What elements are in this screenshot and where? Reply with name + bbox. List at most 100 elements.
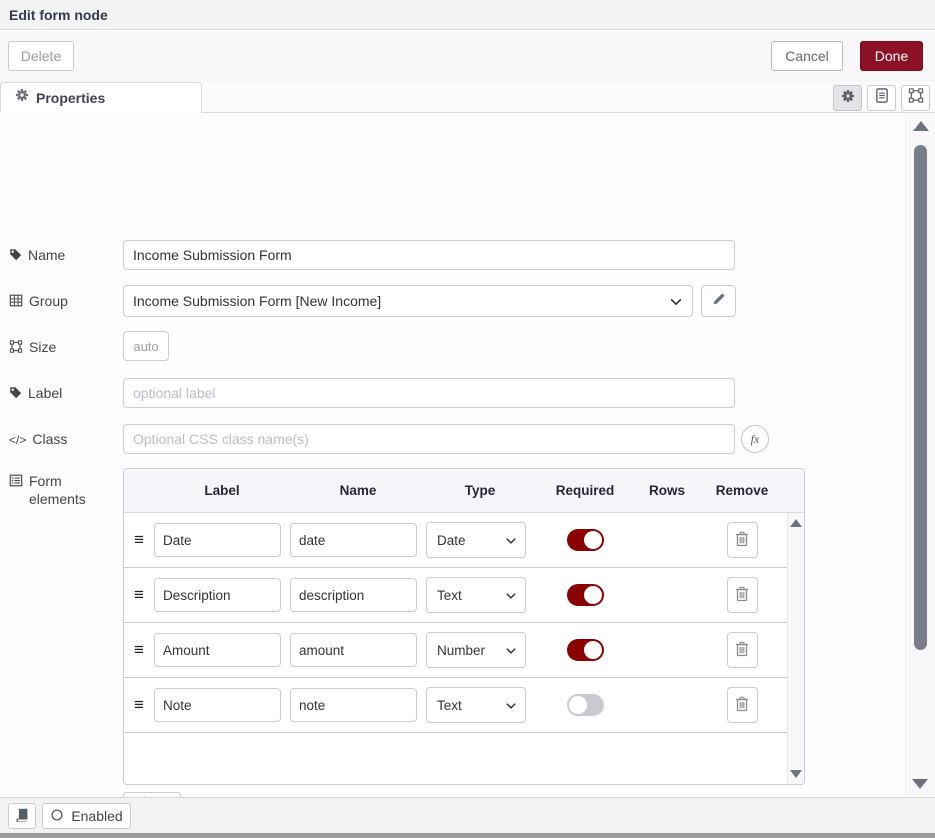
pencil-icon: [712, 293, 725, 309]
size-field-label: Size: [9, 338, 117, 356]
column-header-rows: Rows: [636, 483, 698, 498]
required-toggle[interactable]: [567, 694, 604, 716]
group-select-value: Income Submission Form [New Income]: [133, 293, 381, 309]
chevron-down-icon: [505, 645, 517, 660]
chevron-down-icon: [505, 590, 517, 605]
scroll-up-arrow[interactable]: [790, 519, 802, 527]
remove-element-button[interactable]: [727, 687, 758, 723]
class-expression-button[interactable]: fx: [741, 425, 769, 453]
trash-icon: [735, 696, 749, 715]
form-elements-label: Form elements: [9, 472, 117, 508]
label-field-label: Label: [9, 384, 117, 402]
elements-table-scrollbar[interactable]: [787, 513, 804, 784]
chevron-down-icon: [669, 295, 683, 312]
tab-toolbar: [833, 85, 930, 111]
column-header-type: Type: [426, 483, 534, 498]
circle-icon: [50, 808, 64, 825]
class-field-label: </> Class: [9, 430, 117, 449]
size-button[interactable]: auto: [123, 331, 169, 361]
frame-icon: [908, 88, 924, 108]
trash-icon: [735, 641, 749, 660]
element-type-select[interactable]: Number: [426, 632, 526, 668]
tab-bar: Properties: [0, 82, 935, 113]
element-name-input[interactable]: [290, 633, 417, 667]
group-select[interactable]: Income Submission Form [New Income]: [123, 285, 693, 317]
panel-scrollbar[interactable]: [905, 113, 935, 797]
element-row: ≡ Date: [124, 513, 787, 568]
scroll-down-arrow[interactable]: [790, 770, 802, 778]
chevron-down-icon: [505, 535, 517, 550]
elements-table-header: Label Name Type Required Rows Remove: [124, 469, 804, 513]
gear-icon: [841, 89, 855, 108]
element-row: ≡ Number: [124, 623, 787, 678]
element-type-value: Text: [437, 588, 462, 603]
node-enabled-toggle[interactable]: Enabled: [42, 803, 131, 829]
properties-panel: Name Group Income Submission Form [New I…: [0, 113, 905, 797]
element-type-value: Text: [437, 698, 462, 713]
scroll-down-arrow[interactable]: [912, 779, 928, 789]
trash-icon: [735, 586, 749, 605]
column-header-remove: Remove: [698, 483, 786, 498]
element-type-select[interactable]: Text: [426, 687, 526, 723]
fx-icon: fx: [751, 432, 760, 447]
node-help-button[interactable]: [8, 803, 36, 829]
properties-view-button[interactable]: [833, 85, 862, 111]
remove-element-button[interactable]: [727, 632, 758, 668]
chevron-down-icon: [505, 700, 517, 715]
scrollbar-thumb[interactable]: [914, 145, 927, 650]
element-row: ≡ Text: [124, 568, 787, 623]
column-header-required: Required: [534, 483, 636, 498]
element-label-input[interactable]: [154, 688, 281, 722]
remove-element-button[interactable]: [727, 522, 758, 558]
delete-button[interactable]: Delete: [8, 41, 74, 71]
tag-icon: [9, 386, 22, 399]
element-type-select[interactable]: Date: [426, 522, 526, 558]
required-toggle[interactable]: [567, 639, 604, 661]
element-name-input[interactable]: [290, 578, 417, 612]
description-view-button[interactable]: [867, 85, 896, 111]
tag-icon: [9, 248, 22, 261]
table-icon: [9, 294, 23, 307]
label-input[interactable]: [123, 378, 735, 408]
list-icon: [9, 474, 23, 487]
document-icon: [875, 88, 889, 108]
cancel-button[interactable]: Cancel: [771, 41, 843, 71]
appearance-view-button[interactable]: [901, 85, 930, 111]
class-input[interactable]: [123, 424, 735, 454]
dialog-title: Edit form node: [9, 7, 108, 23]
drag-handle[interactable]: ≡: [124, 640, 154, 660]
element-row: ≡ Text: [124, 678, 787, 733]
workspace-edge: [0, 833, 935, 838]
done-button[interactable]: Done: [860, 41, 923, 71]
drag-handle[interactable]: ≡: [124, 695, 154, 715]
element-type-value: Date: [437, 533, 466, 548]
trash-icon: [735, 531, 749, 550]
column-header-label: Label: [154, 483, 290, 498]
column-header-name: Name: [290, 483, 426, 498]
element-type-select[interactable]: Text: [426, 577, 526, 613]
required-toggle[interactable]: [567, 529, 604, 551]
name-field-label: Name: [9, 246, 117, 264]
element-label-input[interactable]: [154, 523, 281, 557]
scroll-up-arrow[interactable]: [913, 121, 929, 131]
elements-table-body: ≡ Date ≡ Text: [124, 513, 787, 784]
element-type-value: Number: [437, 643, 485, 658]
dialog-toolbar: Delete Cancel Done: [0, 31, 935, 82]
element-name-input[interactable]: [290, 688, 417, 722]
drag-handle[interactable]: ≡: [124, 530, 154, 550]
required-toggle[interactable]: [567, 584, 604, 606]
dialog-footer: Enabled: [0, 797, 935, 833]
gear-icon: [15, 88, 29, 107]
edit-group-button[interactable]: [701, 285, 736, 317]
tab-properties-label: Properties: [36, 90, 105, 106]
tab-properties[interactable]: Properties: [0, 82, 202, 113]
drag-handle[interactable]: ≡: [124, 585, 154, 605]
element-label-input[interactable]: [154, 633, 281, 667]
edit-form-node-dialog: Edit form node Delete Cancel Done Proper…: [0, 0, 935, 838]
element-name-input[interactable]: [290, 523, 417, 557]
name-input[interactable]: [123, 240, 735, 270]
element-label-input[interactable]: [154, 578, 281, 612]
book-icon: [15, 808, 29, 825]
group-field-label: Group: [9, 292, 117, 310]
remove-element-button[interactable]: [727, 577, 758, 613]
